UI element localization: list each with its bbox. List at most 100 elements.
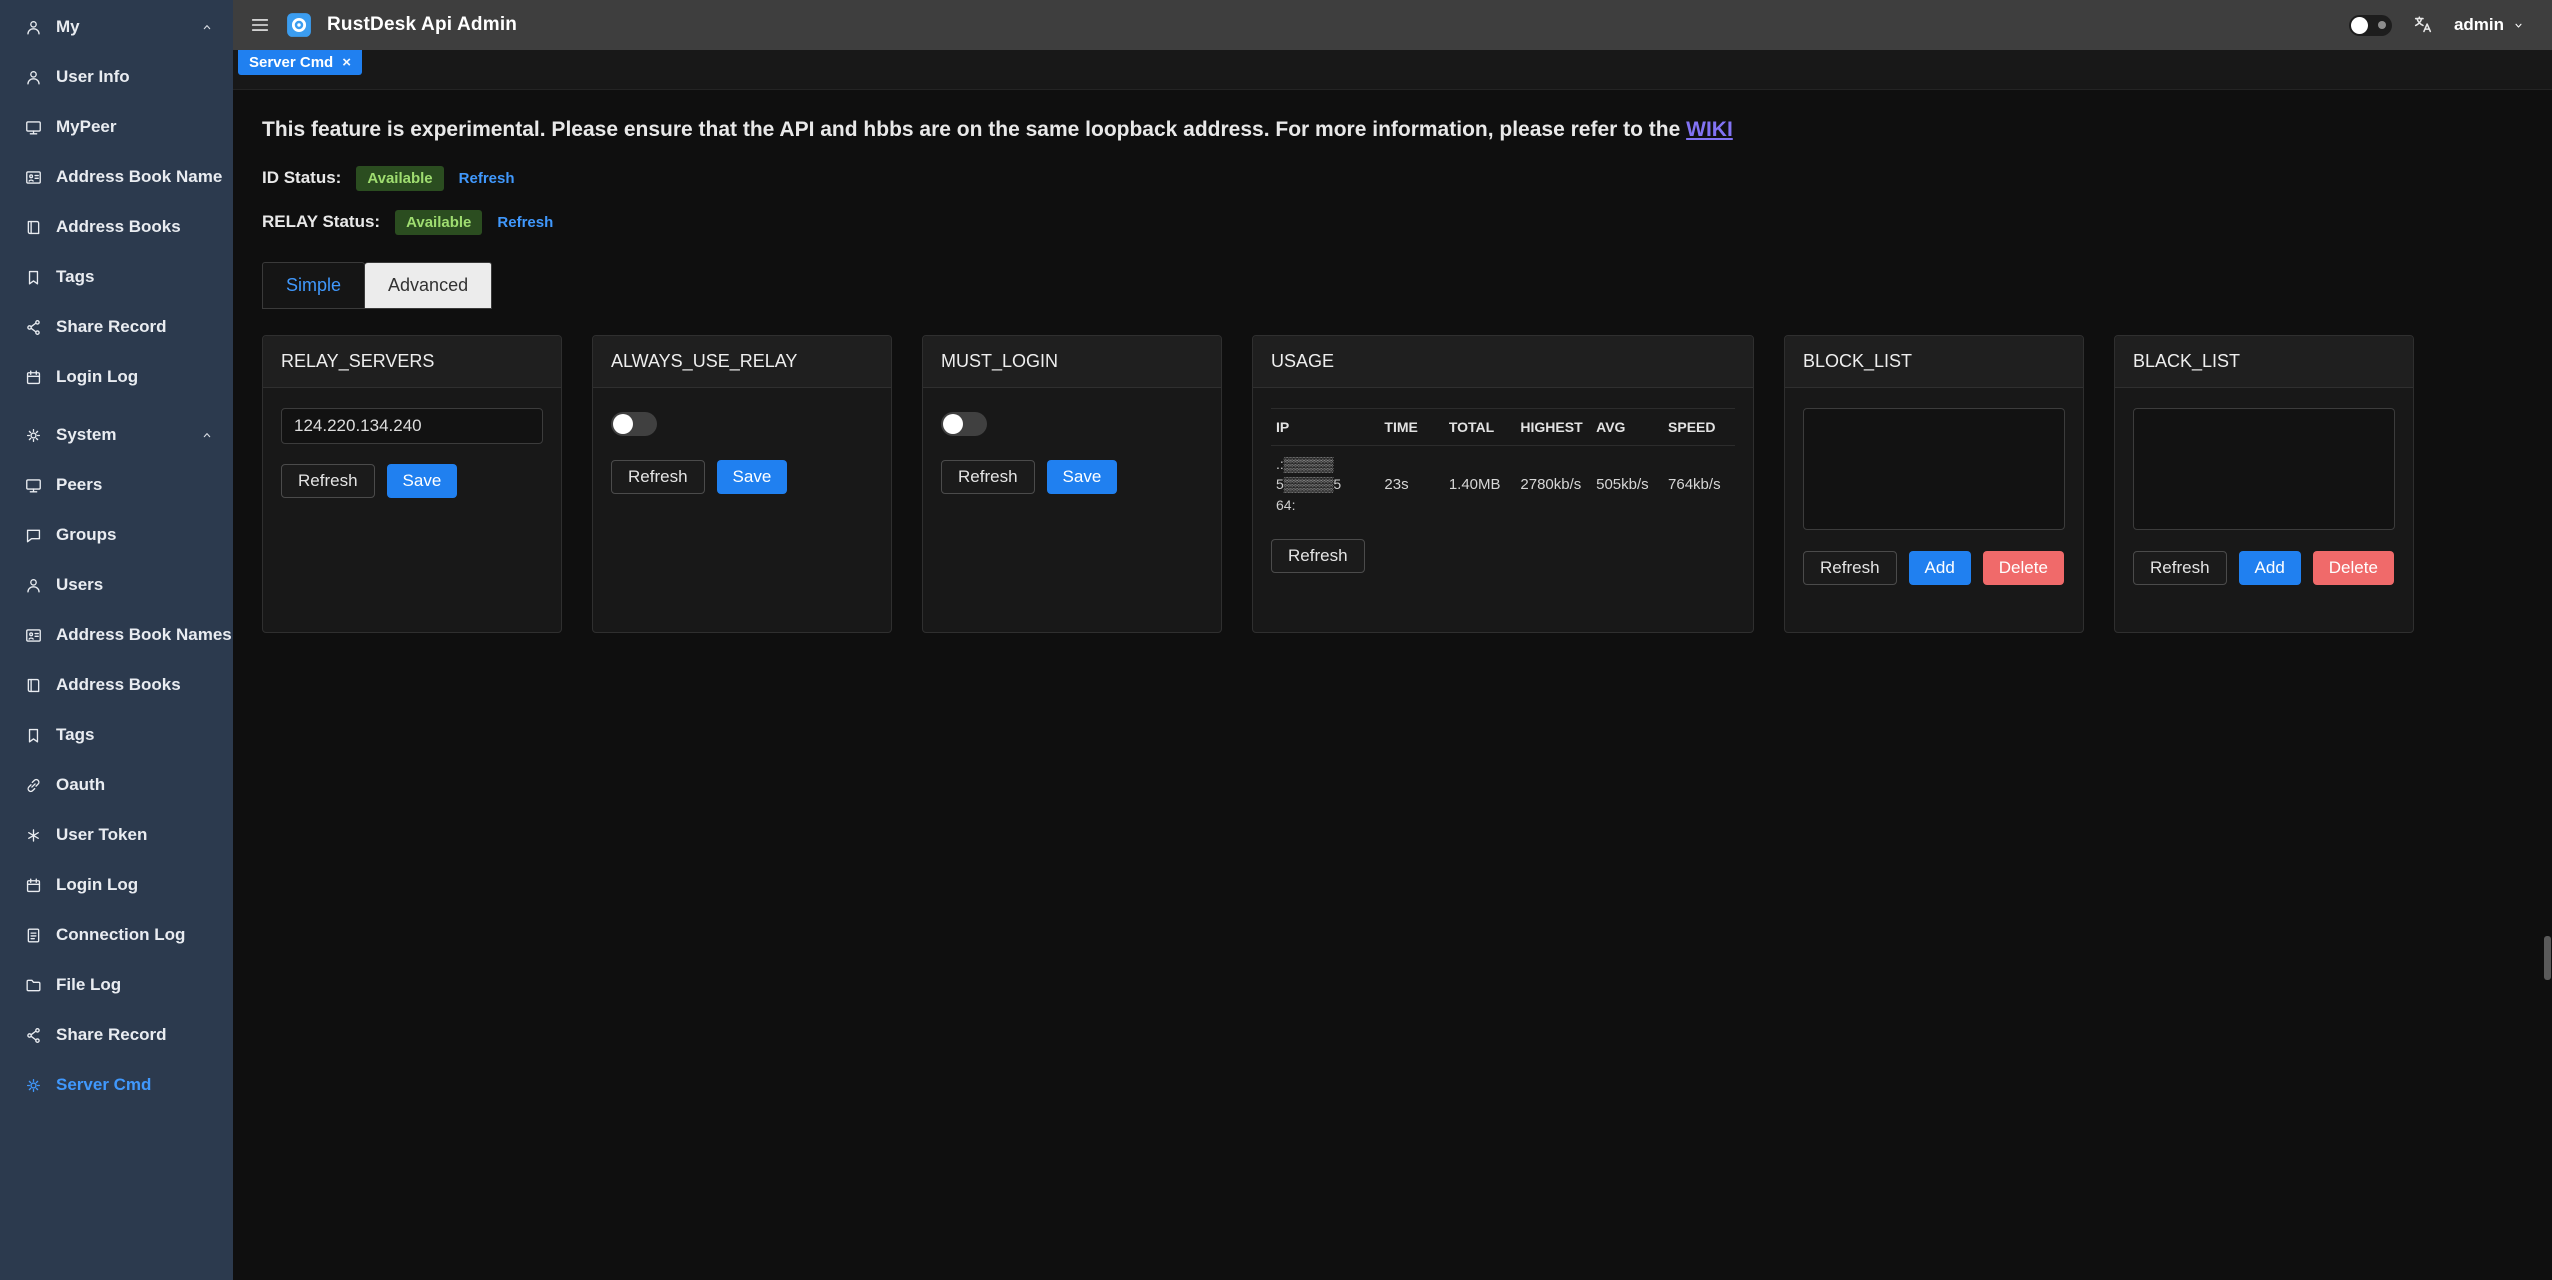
id-status-refresh-link[interactable]: Refresh (459, 170, 515, 187)
close-icon[interactable]: × (342, 55, 351, 70)
scrollbar-thumb[interactable] (2544, 936, 2551, 980)
chevron-up-icon (199, 427, 215, 443)
chat-icon (24, 526, 43, 545)
sidebar-item-system-share-record[interactable]: Share Record (0, 1010, 233, 1060)
card-relay-servers: RELAY_SERVERS Refresh Save (262, 335, 562, 633)
share-icon (24, 318, 43, 337)
must-login-toggle[interactable] (941, 412, 987, 436)
sidebar-item-my-address-books[interactable]: Address Books (0, 202, 233, 252)
document-icon (24, 926, 43, 945)
relay-refresh-button[interactable]: Refresh (281, 464, 375, 498)
sidebar-section-my[interactable]: My (0, 2, 233, 52)
sidebar-section-label: System (56, 425, 116, 445)
relay-save-button[interactable]: Save (387, 464, 458, 498)
token-icon (24, 826, 43, 845)
user-name: admin (2454, 15, 2504, 35)
sidebar-item-label: Login Log (56, 875, 138, 895)
sidebar-item-label: Groups (56, 525, 116, 545)
calendar-icon (24, 876, 43, 895)
block-list-delete-button[interactable]: Delete (1983, 551, 2064, 585)
sidebar-item-address-book-names[interactable]: Address Book Names (0, 610, 233, 660)
relay-status-refresh-link[interactable]: Refresh (497, 214, 553, 231)
user-icon (24, 576, 43, 595)
tab-simple[interactable]: Simple (262, 262, 365, 309)
moon-icon (2378, 21, 2386, 29)
card-title: BLOCK_LIST (1785, 336, 2083, 388)
sidebar-item-mypeer[interactable]: MyPeer (0, 102, 233, 152)
card-block-list: BLOCK_LIST Refresh Add Delete (1784, 335, 2084, 633)
sidebar-item-label: Address Book Names (56, 625, 232, 645)
topbar: RustDesk Api Admin admin (233, 0, 2552, 50)
sidebar-item-groups[interactable]: Groups (0, 510, 233, 560)
usage-refresh-button[interactable]: Refresh (1271, 539, 1365, 573)
sidebar-item-user-token[interactable]: User Token (0, 810, 233, 860)
black-list-add-button[interactable]: Add (2239, 551, 2301, 585)
sidebar-item-system-tags[interactable]: Tags (0, 710, 233, 760)
content: This feature is experimental. Please ens… (233, 90, 2552, 1280)
app-title: RustDesk Api Admin (327, 14, 517, 36)
sidebar: My User Info MyPeer Address Book Name Ad… (0, 0, 233, 1280)
card-title: USAGE (1253, 336, 1753, 388)
sidebar-item-address-book-name[interactable]: Address Book Name (0, 152, 233, 202)
main-column: RustDesk Api Admin admin Server Cmd × T (233, 0, 2552, 1280)
tab-advanced[interactable]: Advanced (365, 262, 492, 309)
menu-icon[interactable] (249, 14, 271, 36)
person-icon (24, 18, 43, 37)
block-list-add-button[interactable]: Add (1909, 551, 1971, 585)
sidebar-item-system-login-log[interactable]: Login Log (0, 860, 233, 910)
book-icon (24, 676, 43, 695)
sidebar-item-label: Share Record (56, 1025, 167, 1045)
toggle-knob (613, 414, 633, 434)
card-usage: USAGE IP TIME TOTAL HIGHEST AVG (1252, 335, 1754, 633)
usage-ip-line: 5▒▒▒▒▒5 (1276, 474, 1374, 494)
block-list-textarea[interactable] (1803, 408, 2065, 530)
sidebar-section-system[interactable]: System (0, 410, 233, 460)
contact-card-icon (24, 626, 43, 645)
sidebar-item-oauth[interactable]: Oauth (0, 760, 233, 810)
sidebar-item-my-share-record[interactable]: Share Record (0, 302, 233, 352)
user-menu[interactable]: admin (2454, 15, 2526, 35)
sidebar-item-my-login-log[interactable]: Login Log (0, 352, 233, 402)
always-use-relay-save-button[interactable]: Save (717, 460, 788, 494)
card-title: BLACK_LIST (2115, 336, 2413, 388)
button-row: Refresh Add Delete (2133, 551, 2395, 585)
sidebar-item-file-log[interactable]: File Log (0, 960, 233, 1010)
theme-toggle[interactable] (2349, 15, 2392, 36)
card-body: Refresh Save (263, 388, 561, 518)
translate-icon[interactable] (2412, 14, 2434, 36)
usage-ip-line: 64: (1276, 495, 1374, 515)
sidebar-item-my-tags[interactable]: Tags (0, 252, 233, 302)
sidebar-item-user-info[interactable]: User Info (0, 52, 233, 102)
usage-table: IP TIME TOTAL HIGHEST AVG SPEED (1271, 408, 1735, 523)
rustdesk-logo-icon (286, 12, 312, 38)
always-use-relay-refresh-button[interactable]: Refresh (611, 460, 705, 494)
sidebar-item-label: Users (56, 575, 103, 595)
sidebar-item-server-cmd[interactable]: Server Cmd (0, 1060, 233, 1110)
black-list-delete-button[interactable]: Delete (2313, 551, 2394, 585)
sidebar-section-label: My (56, 17, 80, 37)
usage-total-cell: 1.40MB (1444, 446, 1516, 523)
sidebar-item-label: Address Books (56, 675, 181, 695)
must-login-save-button[interactable]: Save (1047, 460, 1118, 494)
black-list-textarea[interactable] (2133, 408, 2395, 530)
share-icon (24, 1026, 43, 1045)
always-use-relay-toggle[interactable] (611, 412, 657, 436)
card-always-use-relay: ALWAYS_USE_RELAY Refresh Save (592, 335, 892, 633)
col-highest: HIGHEST (1515, 409, 1591, 446)
tab-server-cmd[interactable]: Server Cmd × (238, 50, 362, 75)
wiki-link[interactable]: WIKI (1686, 118, 1733, 141)
toggle-knob (2351, 17, 2368, 34)
block-list-refresh-button[interactable]: Refresh (1803, 551, 1897, 585)
usage-ip-line: .:▒▒▒▒▒ (1276, 454, 1374, 474)
button-row: Refresh Save (281, 464, 543, 498)
sidebar-item-peers[interactable]: Peers (0, 460, 233, 510)
must-login-refresh-button[interactable]: Refresh (941, 460, 1035, 494)
card-title: MUST_LOGIN (923, 336, 1221, 388)
black-list-refresh-button[interactable]: Refresh (2133, 551, 2227, 585)
sidebar-item-connection-log[interactable]: Connection Log (0, 910, 233, 960)
sidebar-item-system-address-books[interactable]: Address Books (0, 660, 233, 710)
sidebar-item-users[interactable]: Users (0, 560, 233, 610)
sidebar-item-label: Address Book Name (56, 167, 222, 187)
col-total: TOTAL (1444, 409, 1516, 446)
relay-servers-input[interactable] (281, 408, 543, 444)
